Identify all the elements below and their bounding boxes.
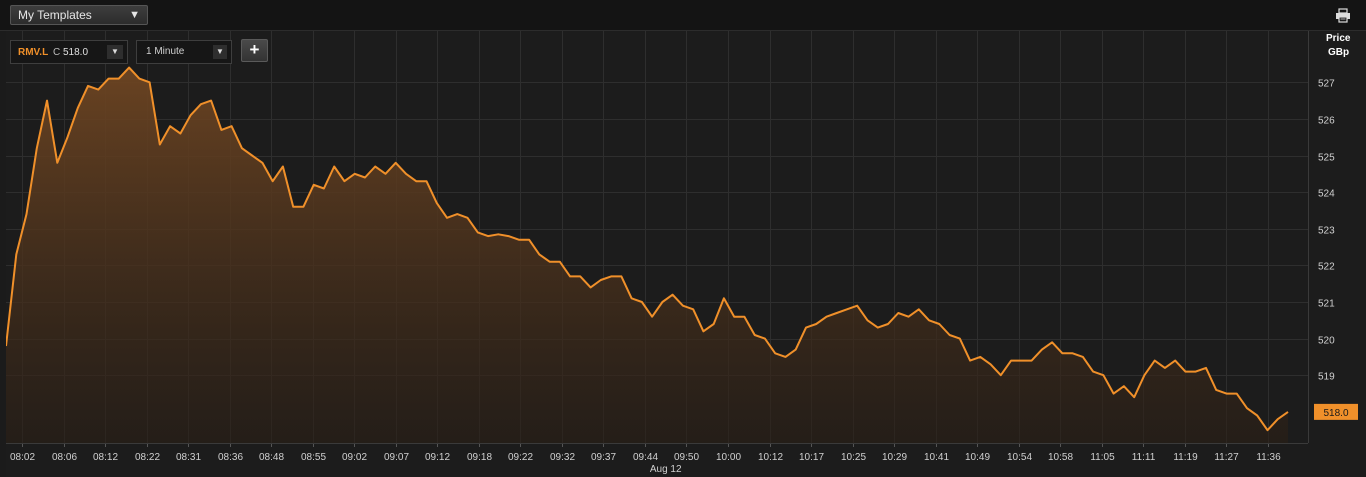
y-tick-label: 520 [1318,336,1335,347]
x-tick-label: 09:12 [425,452,450,463]
chevron-down-icon[interactable]: ▼ [107,45,123,59]
x-tick-label: 09:02 [342,452,367,463]
interval-selector[interactable]: 1 Minute ▼ [136,40,232,64]
close-value: 518.0 [63,47,89,58]
y-tick-label: 524 [1318,189,1335,200]
close-label: C [53,47,61,58]
x-tick-label: 11:36 [1256,452,1281,463]
x-tick-label: 10:29 [882,452,907,463]
x-tick-label: 10:41 [924,452,949,463]
x-tick-label: 08:36 [218,452,243,463]
y-tick-label: 526 [1318,116,1335,127]
x-tick-label: 10:25 [841,452,866,463]
printer-icon [1336,7,1350,23]
x-tick-label: 08:48 [259,452,284,463]
y-tick-label: 521 [1318,299,1335,310]
x-tick-label: 10:12 [758,452,783,463]
x-tick-label: 09:07 [384,452,409,463]
y-tick-label: 522 [1318,262,1335,273]
x-tick-label: 10:49 [965,452,990,463]
x-tick-label: 09:22 [508,452,533,463]
series-area [6,67,1288,443]
current-price-label: 518.0 [1323,408,1348,419]
x-tick-label: 08:02 [10,452,35,463]
instrument-ric: RMV.L [18,47,49,58]
top-toolbar: My Templates ▼ [0,0,1366,31]
x-tick-label: 10:54 [1007,452,1032,463]
print-button[interactable] [1332,5,1354,25]
chevron-down-icon: ▼ [129,9,140,21]
x-tick-label: 08:12 [93,452,118,463]
y-tick-label: 525 [1318,153,1335,164]
add-study-button[interactable]: + [241,39,268,62]
x-tick-label: 08:06 [52,452,77,463]
x-tick-label: 10:58 [1048,452,1073,463]
x-tick-label: 10:00 [716,452,741,463]
y-axis-title: Price [1326,33,1351,44]
x-tick-label: 11:11 [1132,452,1156,463]
x-tick-label: 08:55 [301,452,326,463]
x-tick-label: 09:44 [633,452,658,463]
chevron-down-icon[interactable]: ▼ [213,45,227,59]
interval-label: 1 Minute [146,46,185,57]
x-tick-label: 11:27 [1214,452,1239,463]
x-tick-label: 09:18 [467,452,492,463]
x-tick-label: 09:37 [591,452,616,463]
my-templates-label: My Templates [18,8,92,22]
chart-area[interactable]: 519 520 521 522 523 524 525 526 527 Price GBp 08:02… [6,31,1360,477]
y-tick-label: 519 [1318,372,1335,383]
price-chart: 519 520 521 522 523 524 525 526 527 Price GBp 08:02… [6,31,1358,475]
instrument-selector[interactable]: RMV.L C 518.0 ▼ [10,40,128,64]
x-tick-label: 09:32 [550,452,575,463]
y-tick-label: 527 [1318,79,1335,90]
y-axis-unit: GBp [1328,47,1349,58]
x-tick-label: 11:19 [1173,452,1198,463]
x-tick-label: 11:05 [1090,452,1115,463]
x-tick-label: 10:17 [799,452,824,463]
x-tick-label: 09:50 [674,452,699,463]
date-label: Aug 12 [650,464,682,475]
my-templates-select[interactable]: My Templates ▼ [10,5,148,25]
x-tick-label: 08:31 [176,452,201,463]
x-tick-label: 08:22 [135,452,160,463]
y-tick-label: 523 [1318,226,1335,237]
